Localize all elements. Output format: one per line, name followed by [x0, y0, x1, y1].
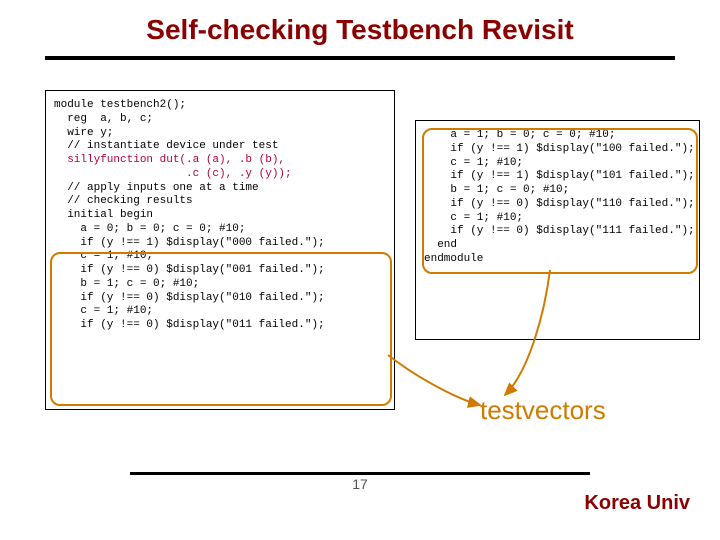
- highlight-frame-left: [50, 252, 392, 406]
- title-underline: [45, 56, 675, 60]
- code-line: .c (c), .y (y));: [54, 168, 386, 182]
- code-line: // apply inputs one at a time: [54, 182, 386, 196]
- code-line: if (y !== 1) $display("000 failed.");: [54, 237, 386, 251]
- code-line: initial begin: [54, 209, 386, 223]
- highlight-frame-right: [422, 128, 698, 274]
- footer-line: [130, 472, 590, 475]
- affiliation: Korea Univ: [584, 492, 690, 515]
- code-line: wire y;: [54, 127, 386, 141]
- slide-title: Self-checking Testbench Revisit: [0, 14, 720, 46]
- page-number: 17: [0, 476, 720, 492]
- testvectors-label: testvectors: [480, 395, 606, 426]
- code-line: // instantiate device under test: [54, 140, 386, 154]
- code-line: // checking results: [54, 195, 386, 209]
- code-line: module testbench2();: [54, 99, 386, 113]
- code-line: reg a, b, c;: [54, 113, 386, 127]
- code-line: sillyfunction dut(.a (a), .b (b),: [54, 154, 386, 168]
- code-line: a = 0; b = 0; c = 0; #10;: [54, 223, 386, 237]
